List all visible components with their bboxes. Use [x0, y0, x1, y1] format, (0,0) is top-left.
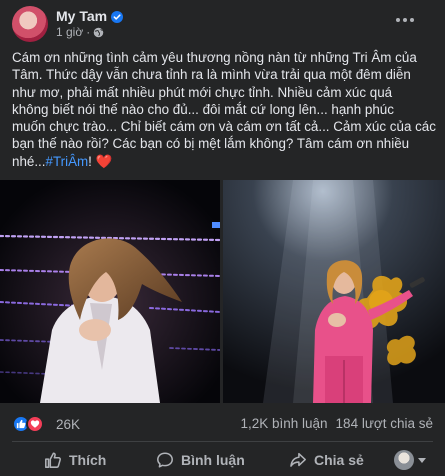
love-reaction-icon — [26, 415, 44, 433]
like-label: Thích — [69, 451, 107, 468]
chevron-down-icon — [418, 457, 426, 463]
share-icon — [289, 451, 307, 469]
react-as-selector[interactable] — [394, 450, 426, 470]
facebook-post: My Tam 1 giờ · Cám ơn những tình cảm yêu… — [0, 0, 445, 476]
concert-photo-right[interactable] — [223, 180, 445, 403]
post-caption: Cám ơn những tình cảm yêu thương nồng nà… — [12, 49, 436, 170]
divider — [12, 441, 433, 442]
post-time[interactable]: 1 giờ — [56, 25, 83, 39]
caption-text: nhé... — [12, 153, 46, 169]
more-icon[interactable] — [392, 10, 418, 30]
concert-photo-left[interactable] — [0, 180, 220, 403]
viewer-avatar — [394, 450, 414, 470]
post-header: My Tam 1 giờ · — [0, 0, 445, 46]
like-button[interactable]: Thích — [44, 443, 106, 476]
comments-count[interactable]: 1,2K bình luận — [240, 416, 327, 431]
caption-line: nhé...#TriÂm! ❤️ — [12, 153, 436, 170]
author-name[interactable]: My Tam — [56, 8, 107, 24]
caption-line: bạn thế nào rồi? Các bạn có bị mệt lắm k… — [12, 136, 410, 152]
share-label: Chia sẻ — [314, 451, 364, 468]
comment-button[interactable]: Bình luận — [156, 443, 245, 476]
caption-text: ! — [88, 153, 92, 169]
hashtag-link[interactable]: #TriÂm — [46, 154, 89, 169]
caption-line: không biết nói thế nào cho đủ... đôi mắt… — [12, 101, 394, 117]
caption-line: Cám ơn những tình cảm yêu thương nồng nà… — [12, 50, 417, 65]
heart-emoji: ❤️ — [95, 153, 113, 169]
caption-line: Tâm. Thức dậy vẫn chưa tỉnh ra là mình v… — [12, 67, 411, 83]
shares-count[interactable]: 184 lượt chia sẻ — [336, 416, 433, 431]
verified-badge-icon — [111, 10, 124, 23]
meta-separator: · — [86, 25, 91, 39]
globe-icon[interactable] — [93, 27, 104, 38]
engagement-counts: 1,2K bình luận 184 lượt chia sẻ — [240, 416, 433, 431]
action-bar: Thích Bình luận Chia sẻ — [0, 443, 445, 476]
comment-icon — [156, 451, 174, 469]
comment-label: Bình luận — [181, 451, 245, 468]
caption-line: muốn chực trào... Chỉ biết cám ơn và cám… — [12, 119, 436, 135]
caption-line: như mơ, phải mất nhiều phút mới chực tỉn… — [12, 84, 393, 100]
reactions-summary[interactable]: 26K — [12, 414, 80, 434]
reactions-count: 26K — [56, 416, 81, 432]
share-button[interactable]: Chia sẻ — [289, 443, 364, 476]
author-avatar[interactable] — [12, 6, 48, 42]
author-row: My Tam — [56, 7, 124, 25]
thumbs-up-icon — [44, 451, 62, 469]
post-meta: 1 giờ · — [56, 25, 104, 39]
